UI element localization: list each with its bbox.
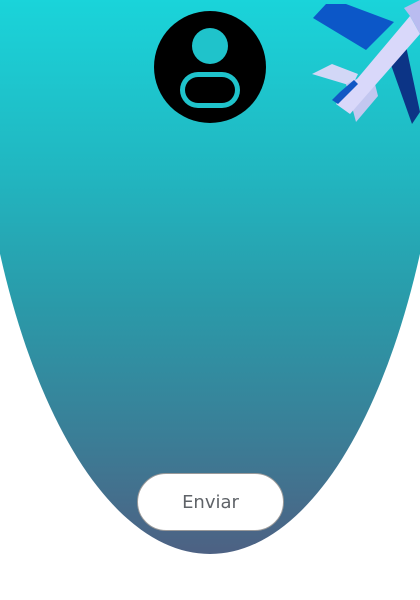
screen: Enviar [0, 0, 420, 600]
user-circle-icon [154, 11, 266, 123]
airplane-icon [312, 0, 420, 124]
submit-button[interactable]: Enviar [137, 473, 284, 531]
